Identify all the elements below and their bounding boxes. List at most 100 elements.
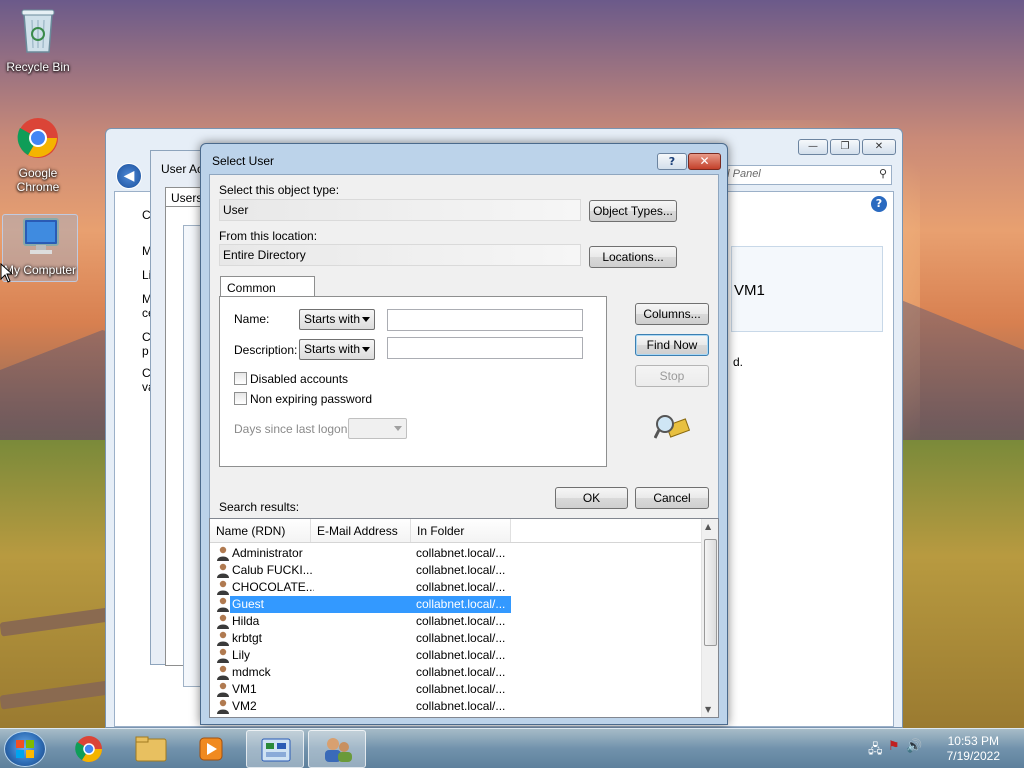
table-row[interactable]: VM1 collabnet.local/... (210, 681, 510, 698)
taskbar-chrome[interactable] (60, 730, 118, 768)
desktop-icon-recycle-bin[interactable]: Recycle Bin (0, 6, 76, 74)
windows-logo-icon (16, 740, 34, 758)
button-label: Columns... (643, 307, 701, 321)
recycle-bin-icon (0, 6, 76, 57)
find-now-button[interactable]: Find Now (635, 334, 709, 356)
name-input[interactable] (387, 309, 583, 331)
description-label: Description: (234, 343, 298, 357)
help-icon[interactable]: ? (871, 196, 887, 212)
network-icon[interactable]: 🖧 (868, 740, 883, 762)
button-label: Object Types... (593, 204, 673, 218)
cell-folder: collabnet.local/... (416, 631, 506, 645)
ok-button[interactable]: OK (555, 487, 628, 509)
clock-time: 10:53 PM (947, 734, 999, 748)
taskbar-media-player[interactable] (182, 730, 240, 768)
header-divider (210, 542, 704, 543)
table-row[interactable]: Guest collabnet.local/... (210, 596, 511, 613)
desktop-icon-label: My Computer (3, 263, 77, 277)
account-name: VM1 (734, 282, 765, 299)
cell-folder: collabnet.local/... (416, 648, 506, 662)
desktop-icon-label: Recycle Bin (6, 60, 70, 74)
chevron-down-icon (394, 426, 402, 431)
results-scrollbar[interactable]: ▲ ▼ (701, 519, 718, 717)
scroll-up-icon[interactable]: ▲ (705, 522, 711, 531)
computer-icon (3, 217, 77, 260)
user-icon (217, 563, 229, 578)
column-header-folder[interactable]: In Folder (411, 519, 511, 543)
mouse-cursor-icon (0, 262, 14, 286)
table-row[interactable]: Calub FUCKI... collabnet.local/... (210, 562, 510, 579)
cell-folder: collabnet.local/... (416, 699, 506, 713)
cell-name: VM1 (232, 682, 257, 696)
days-since-logon-dropdown[interactable] (348, 418, 407, 439)
desktop-icon-label: Google Chrome (16, 166, 60, 194)
close-button[interactable]: ✕ (862, 139, 896, 155)
scrollbar-thumb[interactable] (704, 539, 717, 646)
action-center-flag-icon[interactable]: ⚑ (888, 739, 900, 754)
side-text: p (142, 344, 149, 358)
stop-button[interactable]: Stop (635, 365, 709, 387)
taskbar: 🖧 ⚑ 🔊 10:53 PM 7/19/2022 (0, 728, 1024, 768)
column-label: In Folder (417, 524, 465, 538)
column-label: Name (RDN) (216, 524, 286, 538)
help-button[interactable]: ? (657, 153, 687, 170)
user-icon (217, 597, 229, 612)
taskbar-control-panel[interactable] (246, 730, 304, 768)
table-row[interactable]: VM2 collabnet.local/... (210, 698, 510, 715)
object-type-label: Select this object type: (219, 183, 340, 197)
scroll-down-icon[interactable]: ▼ (705, 705, 711, 714)
cell-name: Hilda (232, 614, 260, 628)
tab-label: Users (171, 191, 203, 205)
description-input[interactable] (387, 337, 583, 359)
search-input[interactable]: ol Panel ⚲ (716, 165, 892, 185)
partial-text: d. (733, 355, 744, 369)
non-expiring-password-label: Non expiring password (250, 392, 373, 406)
search-results-list[interactable]: Name (RDN) E-Mail Address In Folder Admi… (209, 518, 719, 718)
desktop-icon-my-computer[interactable]: My Computer (2, 214, 78, 282)
cell-name: mdmck (232, 665, 271, 679)
dropdown-value: Starts with (304, 342, 361, 356)
cell-folder: collabnet.local/... (416, 546, 506, 560)
tab-common-queries[interactable]: Common Queries (220, 276, 315, 309)
locations-button[interactable]: Locations... (589, 246, 677, 268)
user-icon (217, 648, 229, 663)
dialog-close-button[interactable]: ✕ (688, 153, 721, 170)
table-row[interactable]: Lily collabnet.local/... (210, 647, 510, 664)
cell-name: Lily (232, 648, 251, 662)
desktop-icon-google-chrome[interactable]: Google Chrome (0, 116, 76, 194)
object-types-button[interactable]: Object Types... (589, 200, 677, 222)
media-player-icon (199, 737, 223, 761)
back-icon[interactable]: ◀ (116, 163, 142, 189)
description-match-dropdown[interactable]: Starts with (299, 339, 375, 360)
cell-folder: collabnet.local/... (416, 597, 506, 611)
volume-icon[interactable]: 🔊 (906, 739, 922, 754)
minimize-button[interactable]: — (798, 139, 828, 155)
user-icon (217, 665, 229, 680)
users-icon (325, 738, 352, 762)
taskbar-users-tool[interactable] (308, 730, 366, 768)
column-header-name[interactable]: Name (RDN) (210, 519, 311, 543)
table-row[interactable]: Hilda collabnet.local/... (210, 613, 510, 630)
name-match-dropdown[interactable]: Starts with (299, 309, 375, 330)
table-row[interactable]: CHOCOLATE... collabnet.local/... (210, 579, 510, 596)
taskbar-explorer[interactable] (122, 730, 180, 768)
column-header-email[interactable]: E-Mail Address (311, 519, 411, 543)
columns-button[interactable]: Columns... (635, 303, 709, 325)
cell-name: krbtgt (232, 631, 263, 645)
table-row[interactable]: krbtgt collabnet.local/... (210, 630, 510, 647)
account-panel: VM1 (731, 246, 883, 332)
chevron-down-icon (362, 317, 370, 322)
maximize-button[interactable]: ❐ (830, 139, 860, 155)
start-button[interactable] (4, 731, 46, 767)
cancel-button[interactable]: Cancel (635, 487, 709, 509)
non-expiring-password-checkbox[interactable] (234, 392, 247, 405)
table-row[interactable]: mdmck collabnet.local/... (210, 664, 510, 681)
dialog-title: Select User (212, 154, 275, 168)
table-row[interactable]: Administrator collabnet.local/... (210, 545, 510, 562)
clock[interactable]: 10:53 PM 7/19/2022 (947, 734, 1000, 764)
button-label: OK (582, 491, 601, 505)
folder-icon (135, 736, 167, 762)
search-results-label: Search results: (219, 500, 300, 514)
window-title: User Ac (161, 162, 204, 176)
disabled-accounts-checkbox[interactable] (234, 372, 247, 385)
